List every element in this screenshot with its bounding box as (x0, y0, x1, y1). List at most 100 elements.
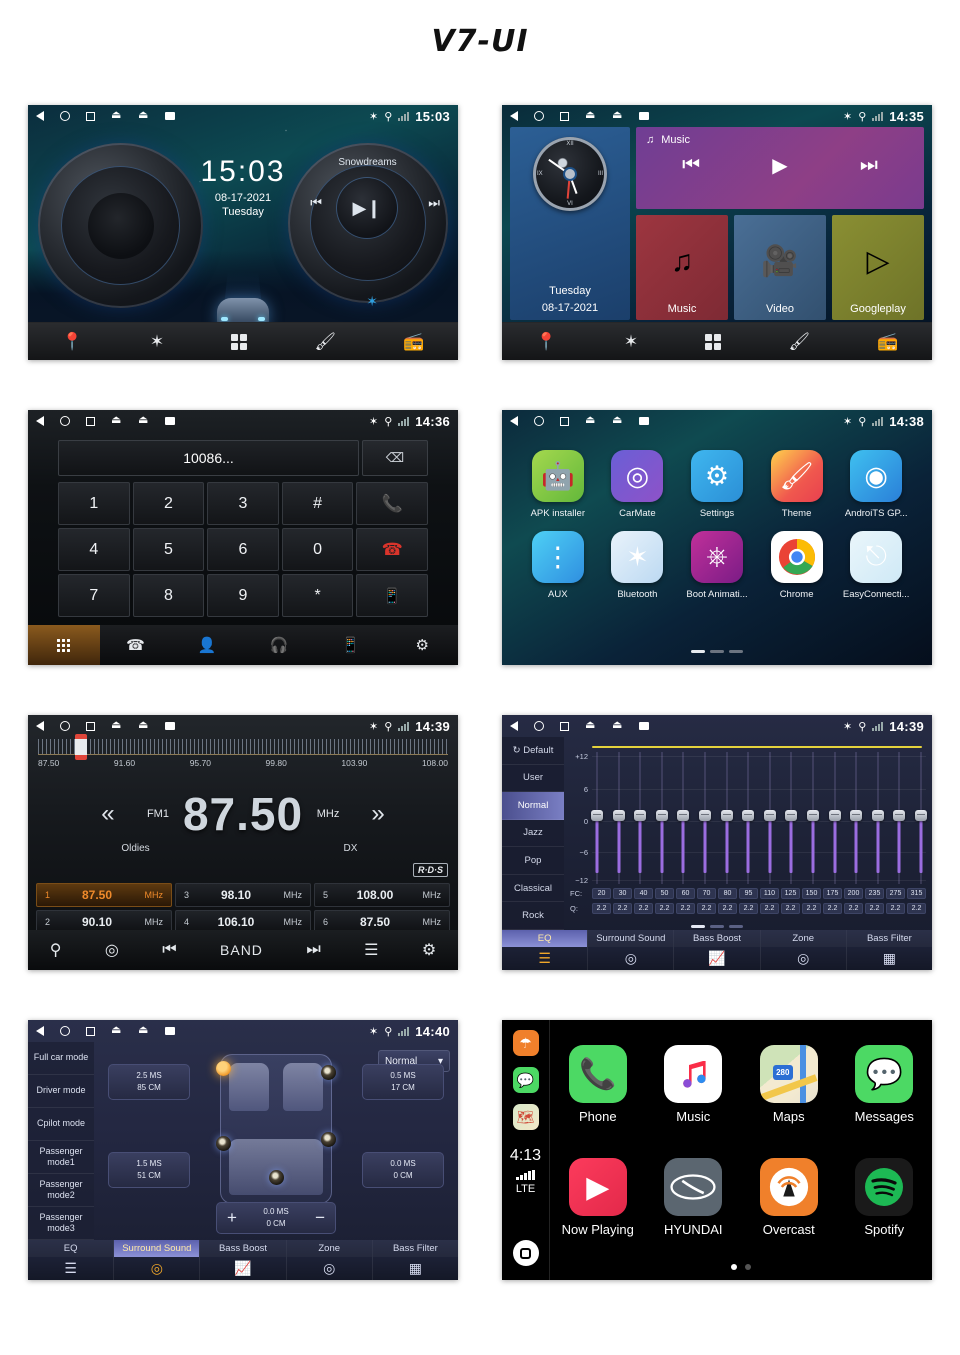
apps-icon[interactable] (231, 333, 248, 350)
tab-bass-boost[interactable]: Bass Boost 📈 (674, 930, 761, 970)
q-cell[interactable]: 2.2 (802, 903, 821, 914)
tile-video[interactable]: 🎥 Video (734, 215, 826, 320)
home-icon[interactable] (534, 416, 544, 426)
eq-preset-pop[interactable]: Pop (502, 847, 564, 875)
slider-knob[interactable] (698, 810, 711, 822)
next-station-button[interactable]: ⏭ (306, 941, 320, 959)
increase-button[interactable]: + (227, 1208, 237, 1228)
speaker-front-right[interactable] (321, 1065, 336, 1080)
q-cell[interactable]: 2.2 (718, 903, 737, 914)
surround-mode-list[interactable]: Full car mode Driver mode Cpilot mode Pa… (28, 1042, 94, 1240)
app-carmate[interactable]: ◎ CarMate (598, 450, 678, 519)
dock-bar[interactable]: 📍 ✶ 🖌 📻 (28, 322, 458, 360)
eq-band-10[interactable] (785, 752, 798, 884)
slider-knob[interactable] (634, 810, 647, 822)
panel-radio[interactable]: ✶ ⚲ 14:39 87.50 91.60 95.70 99.80 103.90… (28, 715, 458, 970)
tab-bass-boost[interactable]: Bass Boost 📈 (200, 1240, 287, 1280)
eq-band-11[interactable] (806, 752, 819, 884)
fc-cell[interactable]: 70 (697, 888, 716, 899)
slider-knob[interactable] (763, 810, 776, 822)
panel-dialer[interactable]: ✶ ⚲ 14:36 10086... ⌫ 1 2 3 # 📞 4 5 6 0 (28, 410, 458, 665)
preset-3[interactable]: 3 98.10 MHz (175, 883, 311, 907)
slider-knob[interactable] (742, 810, 755, 822)
navigation-icon[interactable]: 📍 (536, 333, 557, 350)
eq-band-3[interactable] (634, 752, 647, 884)
home-icon[interactable] (534, 111, 544, 121)
q-cell[interactable]: 2.2 (781, 903, 800, 914)
phone-number-input[interactable]: 10086... (58, 440, 359, 476)
prev-track-button[interactable]: ⏮ (682, 154, 700, 177)
bluetooth-icon[interactable]: ✶ (624, 333, 638, 350)
back-icon[interactable] (510, 416, 518, 426)
page-dot[interactable] (729, 925, 743, 928)
music-widget-controls[interactable]: ⏮ ▶ ⏭ (646, 153, 914, 178)
q-cell[interactable]: 2.2 (613, 903, 632, 914)
audio-tabs[interactable]: EQ ☰ Surround Sound ◎ Bass Boost 📈 Zone … (502, 930, 932, 970)
key-7[interactable]: 7 (58, 574, 130, 617)
fc-cell[interactable]: 95 (739, 888, 758, 899)
phone-bottom-nav[interactable]: ☎ 👤 🎧 📱 ⚙ (28, 625, 458, 665)
mode-passenger-3[interactable]: Passenger mode3 (28, 1207, 94, 1240)
eq-preset-classical[interactable]: Classical (502, 875, 564, 903)
slider-knob[interactable] (850, 810, 863, 822)
page-dot[interactable] (710, 925, 724, 928)
back-icon[interactable] (36, 1026, 44, 1036)
carplay-app-now-playing[interactable]: ▶ Now Playing (550, 1141, 646, 1254)
frequency-scale[interactable]: 87.50 91.60 95.70 99.80 103.90 108.00 (38, 734, 448, 783)
page-dot[interactable] (729, 650, 743, 653)
home-icon[interactable] (60, 111, 70, 121)
q-cell[interactable]: 2.2 (760, 903, 779, 914)
mode-full-car[interactable]: Full car mode (28, 1042, 94, 1075)
radio-icon[interactable]: 📻 (877, 333, 898, 350)
audio-tabs[interactable]: EQ ☰ Surround Sound ◎ Bass Boost 📈 Zone … (28, 1240, 458, 1280)
analog-clock-tile[interactable]: XII III VI IX Tuesday 08-17-2021 (510, 127, 630, 320)
fc-cell[interactable]: 20 (592, 888, 611, 899)
eq-preset-jazz[interactable]: Jazz (502, 820, 564, 848)
recents-icon[interactable] (86, 111, 95, 121)
speaker-front-left[interactable] (216, 1061, 231, 1076)
panel-app-drawer[interactable]: ✶ ⚲ 14:38 🤖 APK installer ◎ CarMate ⚙ S (502, 410, 932, 665)
fc-cell[interactable]: 110 (760, 888, 779, 899)
delay-stepper[interactable]: + 0.0 MS 0 CM − (216, 1202, 336, 1234)
delay-rear-right[interactable]: 0.0 MS 0 CM (362, 1152, 444, 1188)
page-dot[interactable] (691, 650, 705, 653)
bluetooth-icon[interactable]: ✶ (150, 333, 164, 350)
q-cell[interactable]: 2.2 (592, 903, 611, 914)
decrease-button[interactable]: − (315, 1208, 325, 1228)
recents-icon[interactable] (86, 721, 95, 731)
app-bluetooth[interactable]: ✶ Bluetooth (598, 531, 678, 600)
messages-icon[interactable]: 💬 (512, 1067, 539, 1093)
key-9[interactable]: 9 (207, 574, 279, 617)
tab-surround-sound[interactable]: Surround Sound ◎ (588, 930, 675, 970)
panel-equalizer[interactable]: ✶ ⚲ 14:39 ↻ Default User Normal Jazz Pop… (502, 715, 932, 970)
radio-toolbar[interactable]: ⚲ ◎ ⏮ BAND ⏭ ☰ ⚙ (28, 930, 458, 970)
app-easyconnection[interactable]: ⎋ EasyConnecti... (836, 531, 916, 600)
eq-sliders[interactable] (591, 752, 927, 884)
slider-knob[interactable] (591, 810, 603, 822)
eq-band-15[interactable] (893, 752, 906, 884)
eq-band-9[interactable] (763, 752, 776, 884)
back-icon[interactable] (36, 111, 44, 121)
play-button[interactable]: ▶ (772, 153, 787, 178)
q-cell[interactable]: 2.2 (697, 903, 716, 914)
home-icon[interactable] (60, 416, 70, 426)
key-hash[interactable]: # (281, 482, 354, 525)
hangup-button[interactable]: ☎ (356, 528, 428, 571)
page-dot[interactable] (710, 650, 724, 653)
eq-band-12[interactable] (828, 752, 841, 884)
fc-cell[interactable]: 175 (823, 888, 842, 899)
slider-knob[interactable] (612, 810, 625, 822)
eq-band-16[interactable] (914, 752, 927, 884)
fc-cell[interactable]: 275 (886, 888, 905, 899)
carplay-app-messages[interactable]: 💬 Messages (837, 1028, 933, 1141)
band-button[interactable]: BAND (220, 942, 263, 958)
eq-band-2[interactable] (612, 752, 625, 884)
key-2[interactable]: 2 (132, 482, 205, 525)
fc-cell[interactable]: 235 (865, 888, 884, 899)
play-pause-button[interactable]: ▶❙ (336, 177, 398, 239)
home-icon[interactable] (60, 1026, 70, 1036)
mode-driver[interactable]: Driver mode (28, 1075, 94, 1108)
back-icon[interactable] (36, 721, 44, 731)
nav-settings[interactable]: ⚙ (386, 636, 458, 654)
tab-bass-filter[interactable]: Bass Filter ▦ (372, 1240, 458, 1280)
